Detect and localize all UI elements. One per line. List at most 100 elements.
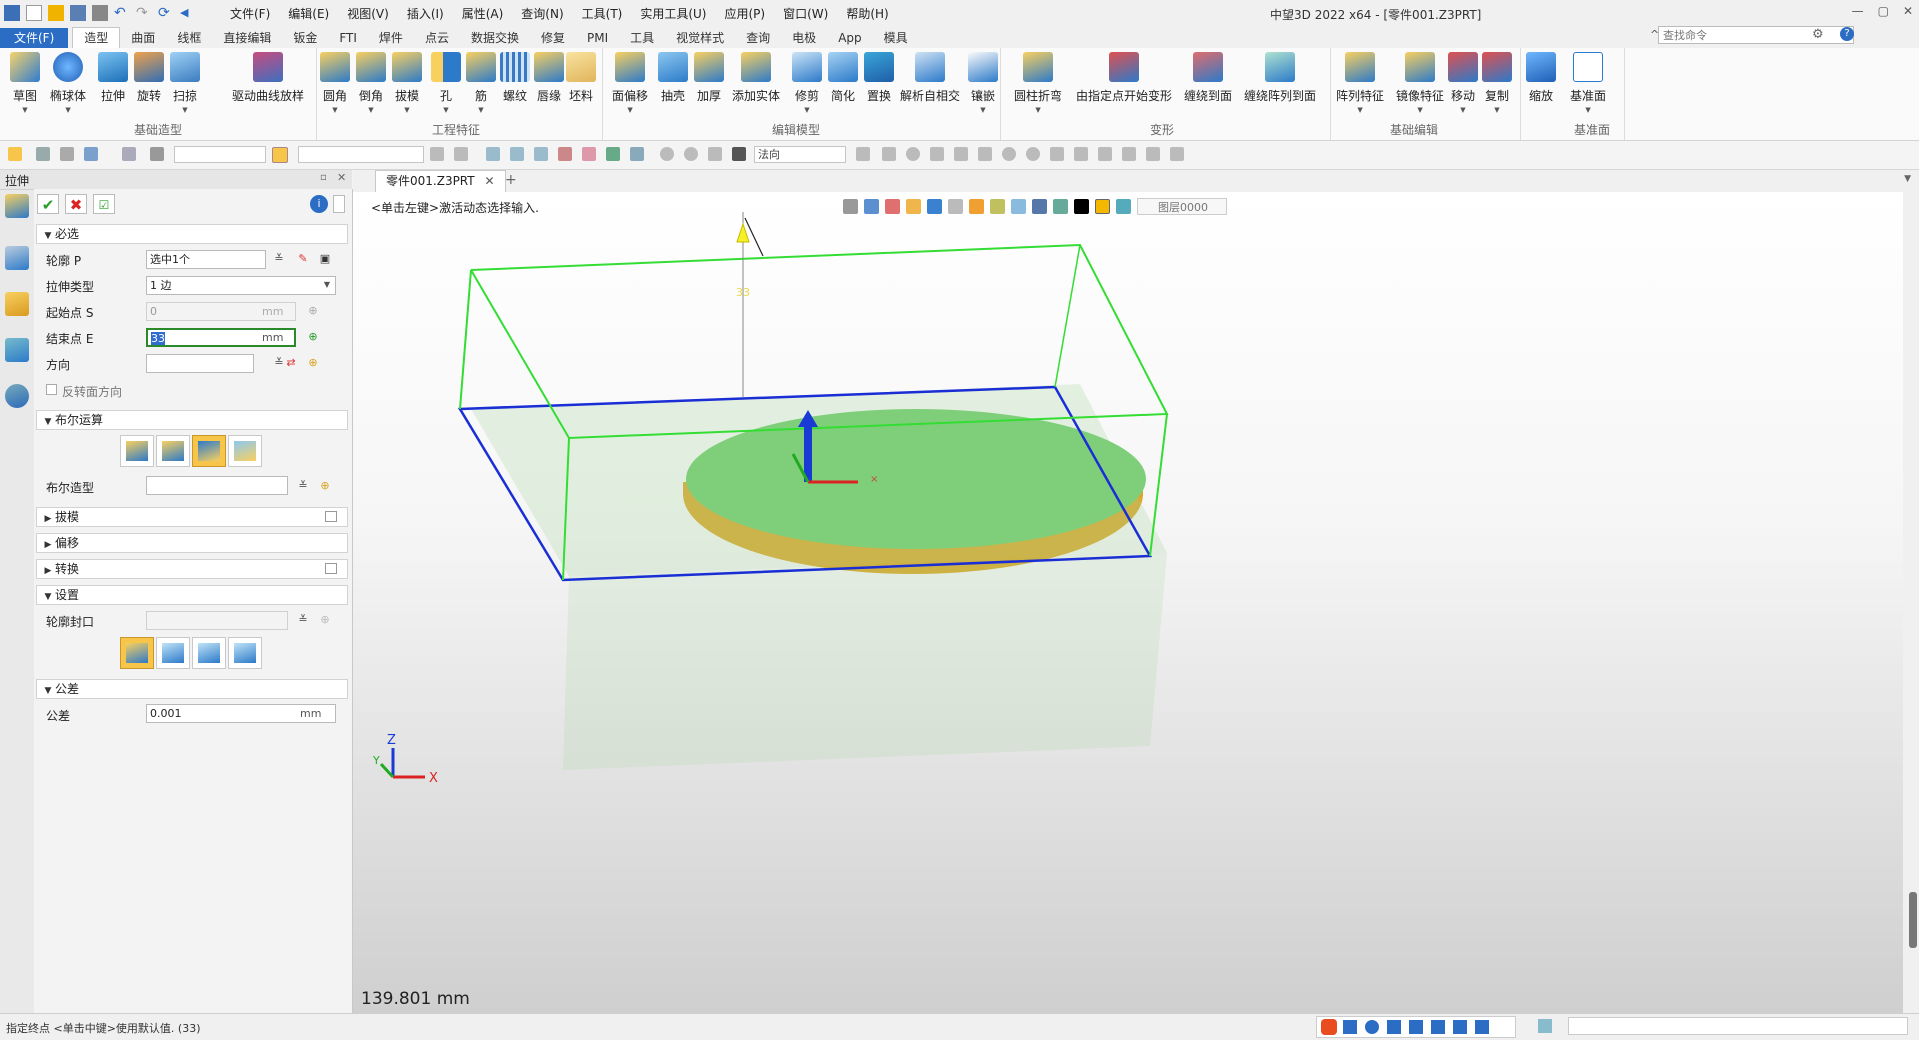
back-arrow-icon[interactable]: ◀ (180, 5, 196, 21)
filter-icon[interactable] (150, 147, 164, 161)
doc-tab-close-icon[interactable]: ✕ (484, 174, 494, 188)
direction-mode-combo[interactable]: 法向 (754, 146, 846, 163)
doc-help-icon[interactable] (333, 195, 345, 213)
ime-logo-icon[interactable] (1321, 1019, 1337, 1035)
cylinder-bend-button[interactable]: 圆柱折弯 ▼ (1014, 52, 1062, 114)
tab-repair[interactable]: 修复 (530, 28, 576, 48)
offset-icon[interactable] (1122, 147, 1136, 161)
ime-toolbar[interactable] (1316, 1016, 1516, 1038)
tab-pmi[interactable]: PMI (576, 28, 619, 48)
sketch-button[interactable]: 草图 ▼ (10, 52, 40, 114)
draft-toggle-icon[interactable] (325, 511, 337, 522)
mirror-feature-button[interactable]: 镜像特征 ▼ (1396, 52, 1444, 114)
direction-flip-icon[interactable]: ⇄ (284, 356, 298, 370)
arc-tool-icon[interactable] (1098, 147, 1112, 161)
deform-from-point-button[interactable]: 由指定点开始变形 (1076, 52, 1172, 104)
grid-icon[interactable] (84, 147, 98, 161)
profile-input[interactable]: 选中1个 (146, 250, 266, 269)
menu-utilities[interactable]: 实用工具(U) (640, 5, 706, 22)
status-input[interactable] (1568, 1017, 1908, 1035)
ellipsoid-button[interactable]: 椭球体 ▼ (50, 52, 86, 114)
menu-query[interactable]: 查询(N) (521, 5, 563, 22)
line-tool-icon[interactable] (954, 147, 968, 161)
profile-dropdown-icon[interactable]: ≚ (272, 252, 286, 266)
thicken-button[interactable]: 加厚 (694, 52, 724, 104)
section-tolerance[interactable]: ▼ 公差 (36, 679, 348, 699)
lasso-icon[interactable] (122, 147, 136, 161)
distance-icon[interactable] (454, 147, 468, 161)
assembly-tree-icon[interactable] (5, 246, 29, 270)
help-icon[interactable]: ? (1840, 27, 1854, 41)
face-offset-button[interactable]: 面偏移 ▼ (612, 52, 648, 114)
menu-insert[interactable]: 插入(I) (407, 5, 444, 22)
regen-icon[interactable]: ⟳ (158, 5, 174, 21)
settings-gear-icon[interactable]: ⚙ (1812, 27, 1824, 42)
cap-end-button[interactable] (192, 637, 226, 669)
tab-inquire[interactable]: 查询 (735, 28, 781, 48)
boolean-shape-ref-icon[interactable]: ⊕ (318, 479, 332, 493)
simplify-button[interactable]: 简化 (828, 52, 858, 104)
menu-tools[interactable]: 工具(T) (582, 5, 623, 22)
align3-icon[interactable] (534, 147, 548, 161)
boolean-intersect-button[interactable] (228, 435, 262, 467)
rotate-icon[interactable] (660, 147, 674, 161)
ime-tools-icon[interactable] (1475, 1020, 1489, 1034)
snap-icon[interactable] (36, 147, 50, 161)
move-button[interactable]: 移动 ▼ (1448, 52, 1478, 114)
info-icon[interactable]: i (310, 195, 328, 213)
profile-cap-input[interactable] (146, 611, 288, 630)
tab-sheet-metal[interactable]: 钣金 (282, 28, 328, 48)
tab-file[interactable]: 文件(F) (0, 28, 69, 48)
pin-icon[interactable] (558, 147, 572, 161)
right-scroll-area[interactable] (1903, 192, 1919, 1013)
filter-combo[interactable] (174, 146, 266, 163)
line-icon[interactable] (60, 147, 74, 161)
tab-surface[interactable]: 曲面 (120, 28, 166, 48)
lip-button[interactable]: 唇缘 (534, 52, 564, 104)
tab-direct-edit[interactable]: 直接编辑 (212, 28, 282, 48)
menu-attribute[interactable]: 属性(A) (462, 5, 504, 22)
boolean-remove-button[interactable] (192, 435, 226, 467)
maximize-icon[interactable]: ▢ (1878, 4, 1889, 18)
datum-plane-button[interactable]: 基准面 ▼ (1570, 52, 1606, 114)
spline-icon[interactable] (1074, 147, 1088, 161)
hole-button[interactable]: 孔 ▼ (431, 52, 461, 114)
boolean-add-button[interactable] (156, 435, 190, 467)
stop-icon[interactable] (732, 147, 746, 161)
profile-cap-dropdown-icon[interactable]: ≚ (296, 613, 310, 627)
curve-icon[interactable] (1050, 147, 1064, 161)
panel-close-icon[interactable]: ✕ (337, 171, 346, 184)
profile-cap-ref-icon[interactable]: ⊕ (318, 613, 332, 627)
menu-window[interactable]: 窗口(W) (783, 5, 828, 22)
collapse-ribbon-icon[interactable]: ^ (1650, 28, 1659, 41)
cap-none-button[interactable] (120, 637, 154, 669)
visual-manager-icon[interactable] (5, 338, 29, 362)
cursor-icon[interactable] (856, 147, 870, 161)
tab-wireframe[interactable]: 线框 (166, 28, 212, 48)
tab-app[interactable]: App (827, 28, 872, 48)
entity-type-combo[interactable] (298, 146, 424, 163)
minimize-icon[interactable]: — (1852, 4, 1864, 18)
ime-lang-icon[interactable] (1343, 1020, 1357, 1034)
status-view-icon[interactable] (1538, 1019, 1552, 1033)
tab-fti[interactable]: FTI (328, 28, 368, 48)
print-icon[interactable] (92, 5, 108, 21)
profile-select-icon[interactable]: ▣ (318, 252, 332, 266)
new-tab-icon[interactable]: + (505, 172, 517, 188)
apply-icon[interactable]: ☑ (93, 194, 115, 214)
stock-button[interactable]: 坯料 (566, 52, 596, 104)
direction-input[interactable] (146, 354, 254, 373)
wrap-pattern-to-face-button[interactable]: 缠绕阵列到面 (1244, 52, 1316, 104)
sweep-button[interactable]: 扫掠 ▼ (170, 52, 200, 114)
start-ref-icon[interactable]: ⊕ (306, 304, 320, 318)
extrude-type-select[interactable]: 1 边 (146, 276, 336, 295)
copy-button[interactable]: 复制 ▼ (1482, 52, 1512, 114)
ime-user-icon[interactable] (1431, 1020, 1445, 1034)
new-file-icon[interactable] (26, 5, 42, 21)
ok-check-icon[interactable]: ✔ (37, 194, 59, 214)
tab-point-cloud[interactable]: 点云 (414, 28, 460, 48)
ime-keyboard-icon[interactable] (1409, 1020, 1423, 1034)
direction-ref-icon[interactable]: ⊕ (306, 356, 320, 370)
selection-mode-icon[interactable] (272, 147, 288, 163)
view-icon[interactable] (630, 147, 644, 161)
